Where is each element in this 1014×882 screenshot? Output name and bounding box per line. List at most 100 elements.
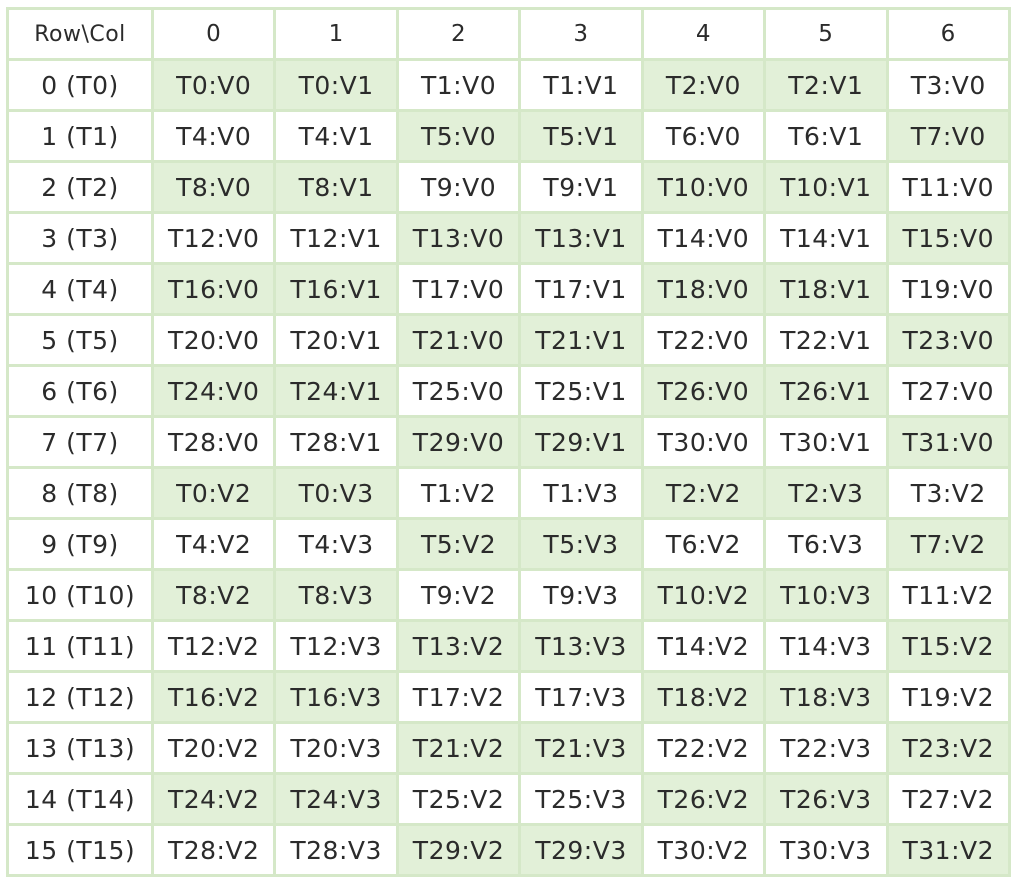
table-cell: T13:V0 — [398, 214, 522, 265]
table-cell: T9:V0 — [398, 163, 522, 214]
table-cell: T12:V2 — [154, 622, 277, 673]
table-cell: T7:V0 — [888, 112, 1011, 163]
table-cell: T2:V1 — [766, 61, 889, 112]
table-cell: T27:V0 — [888, 367, 1011, 418]
table-cell: T8:V1 — [276, 163, 399, 214]
table-cell: T28:V3 — [276, 826, 399, 877]
table-cell: T26:V2 — [643, 775, 767, 826]
table-cell: T27:V2 — [888, 775, 1011, 826]
table-cell: T7:V2 — [888, 520, 1011, 571]
table-cell: T21:V2 — [398, 724, 522, 775]
thread-value-layout-table: Row\Col 0 1 2 3 4 5 6 0 (T0) T0:V0 T0:V1 T1:V0 T1:V1… — [6, 7, 1011, 877]
row-label-5: 5 (T5) — [9, 316, 154, 367]
row-label-12: 12 (T12) — [9, 673, 154, 724]
row-label-11: 11 (T11) — [9, 622, 154, 673]
table-cell: T31:V0 — [888, 418, 1011, 469]
row-label-10: 10 (T10) — [9, 571, 154, 622]
row-label-4: 4 (T4) — [9, 265, 154, 316]
table-cell: T0:V2 — [154, 469, 277, 520]
table-cell: T21:V0 — [398, 316, 522, 367]
table-cell: T25:V0 — [398, 367, 522, 418]
table-cell: T17:V1 — [521, 265, 644, 316]
table-cell: T17:V0 — [398, 265, 522, 316]
column-header-5: 5 — [766, 10, 889, 61]
table-cell: T4:V0 — [154, 112, 277, 163]
column-header-2: 2 — [398, 10, 522, 61]
table-cell: T13:V3 — [521, 622, 644, 673]
table-cell: T24:V0 — [154, 367, 277, 418]
row-label-0: 0 (T0) — [9, 61, 154, 112]
table-cell: T10:V3 — [766, 571, 889, 622]
row-label-14: 14 (T14) — [9, 775, 154, 826]
table-cell: T29:V3 — [521, 826, 644, 877]
table-cell: T4:V1 — [276, 112, 399, 163]
table-cell: T1:V3 — [521, 469, 644, 520]
table-cell: T28:V0 — [154, 418, 277, 469]
table-cell: T2:V0 — [643, 61, 767, 112]
table-cell: T4:V3 — [276, 520, 399, 571]
table-cell: T4:V2 — [154, 520, 277, 571]
table-cell: T8:V2 — [154, 571, 277, 622]
table-cell: T23:V2 — [888, 724, 1011, 775]
table-cell: T1:V2 — [398, 469, 522, 520]
table-cell: T3:V0 — [888, 61, 1011, 112]
table-cell: T16:V2 — [154, 673, 277, 724]
row-label-3: 3 (T3) — [9, 214, 154, 265]
column-header-1: 1 — [276, 10, 399, 61]
column-header-4: 4 — [643, 10, 767, 61]
table-cell: T16:V1 — [276, 265, 399, 316]
table-cell: T5:V3 — [521, 520, 644, 571]
table-cell: T23:V0 — [888, 316, 1011, 367]
table-cell: T6:V1 — [766, 112, 889, 163]
table-cell: T8:V3 — [276, 571, 399, 622]
table-cell: T18:V3 — [766, 673, 889, 724]
table-cell: T29:V2 — [398, 826, 522, 877]
column-header-3: 3 — [521, 10, 644, 61]
table-cell: T6:V3 — [766, 520, 889, 571]
table-cell: T20:V1 — [276, 316, 399, 367]
table-cell: T25:V2 — [398, 775, 522, 826]
table-cell: T16:V0 — [154, 265, 277, 316]
table-cell: T29:V1 — [521, 418, 644, 469]
table-cell: T26:V1 — [766, 367, 889, 418]
table-cell: T30:V0 — [643, 418, 767, 469]
table-cell: T18:V0 — [643, 265, 767, 316]
table-cell: T25:V3 — [521, 775, 644, 826]
corner-header: Row\Col — [9, 10, 154, 61]
table-cell: T28:V1 — [276, 418, 399, 469]
row-label-2: 2 (T2) — [9, 163, 154, 214]
row-label-1: 1 (T1) — [9, 112, 154, 163]
column-header-6: 6 — [888, 10, 1011, 61]
row-label-15: 15 (T15) — [9, 826, 154, 877]
table-cell: T30:V2 — [643, 826, 767, 877]
table-cell: T0:V3 — [276, 469, 399, 520]
table-cell: T28:V2 — [154, 826, 277, 877]
table-cell: T22:V2 — [643, 724, 767, 775]
table-cell: T29:V0 — [398, 418, 522, 469]
table-cell: T24:V2 — [154, 775, 277, 826]
table-cell: T9:V2 — [398, 571, 522, 622]
table-cell: T19:V0 — [888, 265, 1011, 316]
table-cell: T5:V2 — [398, 520, 522, 571]
table-cell: T24:V1 — [276, 367, 399, 418]
table-cell: T9:V1 — [521, 163, 644, 214]
table-cell: T10:V1 — [766, 163, 889, 214]
table-cell: T26:V0 — [643, 367, 767, 418]
table-cell: T1:V0 — [398, 61, 522, 112]
table-cell: T5:V1 — [521, 112, 644, 163]
table-cell: T24:V3 — [276, 775, 399, 826]
table-cell: T6:V0 — [643, 112, 767, 163]
row-label-9: 9 (T9) — [9, 520, 154, 571]
table-cell: T11:V2 — [888, 571, 1011, 622]
table-cell: T2:V3 — [766, 469, 889, 520]
table-cell: T12:V3 — [276, 622, 399, 673]
table-cell: T11:V0 — [888, 163, 1011, 214]
table-cell: T15:V0 — [888, 214, 1011, 265]
table-cell: T31:V2 — [888, 826, 1011, 877]
table-cell: T8:V0 — [154, 163, 277, 214]
table-cell: T30:V3 — [766, 826, 889, 877]
table-cell: T22:V3 — [766, 724, 889, 775]
table-cell: T2:V2 — [643, 469, 767, 520]
table-cell: T18:V1 — [766, 265, 889, 316]
table-cell: T17:V2 — [398, 673, 522, 724]
